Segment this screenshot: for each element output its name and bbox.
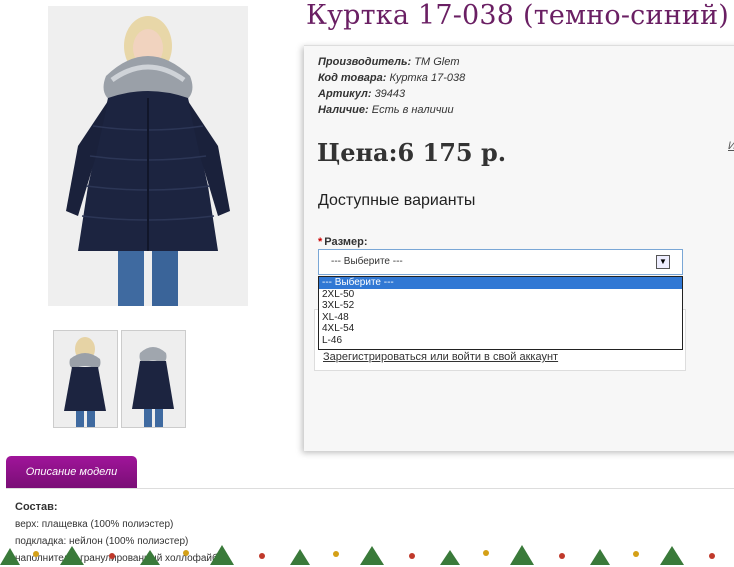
meta-product-code: Код товара: Куртка 17-038 [318,72,465,84]
side-link[interactable]: И [728,140,734,152]
size-dropdown-list: --- Выберите --- 2XL-50 3XL-52 XL-48 4XL… [318,276,683,350]
meta-label: Наличие: [318,104,369,116]
chevron-down-icon[interactable]: ▼ [656,255,670,269]
product-price: Цена:6 175 р. [317,138,507,167]
meta-value: 39443 [374,88,406,100]
size-option[interactable]: L-46 [319,335,682,347]
meta-availability: Наличие: Есть в наличии [318,104,454,116]
size-select-value: --- Выберите --- [331,256,403,267]
thumbnail-image [54,331,117,427]
thumbnail-image [122,331,185,427]
tab-description[interactable]: Описание модели [6,456,137,488]
thumbnail-back[interactable] [121,330,186,428]
meta-label: Производитель: [318,56,412,68]
meta-article: Артикул: 39443 [318,88,405,100]
size-select[interactable]: --- Выберите --- ▼ [318,249,683,275]
size-option[interactable]: --- Выберите --- [319,277,682,289]
meta-label: Артикул: [318,88,372,100]
meta-value: Куртка 17-038 [389,72,466,84]
size-label: * Размер: [318,236,368,248]
meta-value: Есть в наличии [371,104,454,116]
composition-heading: Состав: [15,501,58,513]
christmas-garland [0,545,715,565]
product-info-panel: Производитель: TM Glem Код товара: Куртк… [304,45,734,451]
jacket-photo [48,6,248,306]
meta-value: TM Glem [414,56,460,68]
variants-heading: Доступные варианты [318,192,476,209]
size-option[interactable]: 3XL-52 [319,300,682,312]
size-option[interactable]: XL-48 [319,312,682,324]
meta-label: Код товара: [318,72,387,84]
tab-divider [6,488,734,489]
size-label-text: Размер: [324,236,368,248]
product-main-image[interactable] [48,6,248,306]
size-option[interactable]: 4XL-54 [319,323,682,335]
thumbnail-front[interactable] [53,330,118,428]
size-option[interactable]: 2XL-50 [319,289,682,301]
composition-line: верх: плащевка (100% полиэстер) [15,519,174,530]
meta-manufacturer: Производитель: TM Glem [318,56,460,68]
register-login-link[interactable]: Зарегистрироваться или войти в свой акка… [323,351,558,363]
product-title: Куртка 17-038 (темно-синий) [306,0,730,31]
required-mark: * [318,236,323,248]
